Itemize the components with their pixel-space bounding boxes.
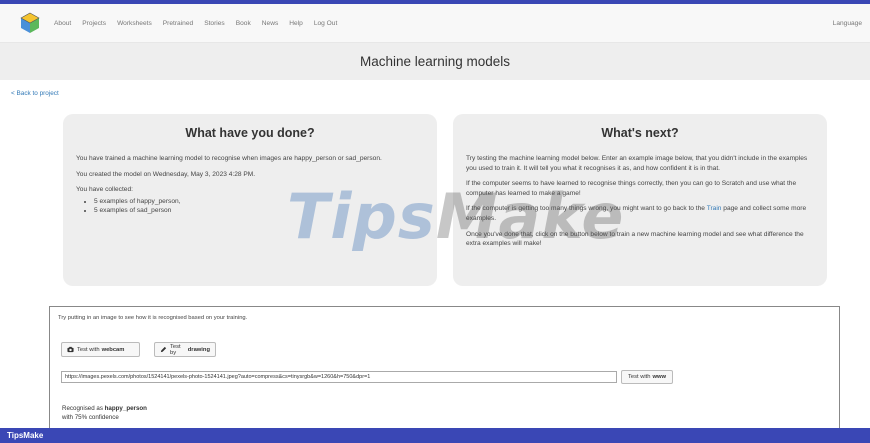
test-with-webcam-button[interactable]: Test with webcam	[61, 342, 140, 357]
list-item: 5 examples of happy_person,	[94, 197, 424, 207]
nav-news[interactable]: News	[262, 20, 279, 27]
nav-projects[interactable]: Projects	[82, 20, 106, 27]
collected-label: You have collected:	[76, 186, 133, 194]
footer-bar: TipsMake	[0, 428, 870, 443]
next-step-retrain: Once you've done that, click on the butt…	[466, 230, 804, 248]
app-logo-icon[interactable]	[19, 12, 41, 34]
www-button-bold: www	[652, 374, 667, 380]
page-header: Machine learning models	[0, 43, 870, 80]
pencil-icon	[160, 346, 167, 353]
test-instructions: Try putting in an image to see how it is…	[58, 315, 248, 321]
www-button-label: Test with	[627, 374, 651, 380]
result-label: happy_person	[104, 405, 147, 412]
camera-icon	[67, 346, 74, 353]
what-have-you-done-panel: What have you done? You have trained a m…	[63, 114, 437, 286]
model-created-date: You created the model on Wednesday, May …	[76, 170, 256, 178]
whats-next-panel: What's next? Try testing the machine lea…	[453, 114, 827, 286]
nav-stories[interactable]: Stories	[204, 20, 225, 27]
model-description: You have trained a machine learning mode…	[76, 155, 382, 162]
nav-pretrained[interactable]: Pretrained	[163, 20, 193, 27]
test-by-drawing-button[interactable]: Test by drawing	[154, 342, 216, 357]
back-to-project-link[interactable]: < Back to project	[11, 90, 59, 97]
panel-heading: What have you done?	[185, 126, 315, 140]
result-confidence: with 75% confidence	[62, 413, 119, 421]
nav-menu: About Projects Worksheets Pretrained Sto…	[54, 20, 348, 27]
nav-worksheets[interactable]: Worksheets	[117, 20, 152, 27]
drawing-button-label: Test by	[170, 343, 181, 356]
train-page-link[interactable]: Train	[707, 205, 722, 212]
panel-heading: What's next?	[601, 126, 679, 140]
nav-logout[interactable]: Log Out	[314, 20, 337, 27]
webcam-button-bold: webcam	[101, 346, 125, 353]
result-prefix: Recognised as	[62, 405, 105, 412]
test-with-www-button[interactable]: Test with www	[621, 370, 673, 384]
page-title: Machine learning models	[359, 54, 511, 69]
examples-list: 5 examples of happy_person, 5 examples o…	[94, 197, 424, 216]
list-item: 5 examples of sad_person	[94, 206, 424, 216]
nav-about[interactable]: About	[54, 20, 71, 27]
language-menu[interactable]: Language	[833, 20, 862, 27]
nav-book[interactable]: Book	[236, 20, 251, 27]
next-step-train-more: If the computer is getting too many thin…	[466, 204, 814, 223]
next-step-scratch: If the computer seems to have learned to…	[466, 180, 797, 197]
result-line: Recognised as happy_person	[62, 405, 147, 414]
image-url-input[interactable]: https://images.pexels.com/photos/1524141…	[61, 371, 617, 383]
webcam-button-label: Test with	[77, 346, 100, 353]
recognition-result: Recognised as happy_person with 75% conf…	[62, 405, 147, 422]
nav-help[interactable]: Help	[289, 20, 303, 27]
top-navbar: About Projects Worksheets Pretrained Sto…	[0, 0, 870, 43]
next-step-testing: Try testing the machine learning model b…	[466, 155, 808, 172]
train-text-before: If the computer is getting too many thin…	[466, 205, 707, 213]
test-model-box: Try putting in an image to see how it is…	[49, 306, 840, 443]
drawing-button-bold: drawing	[187, 346, 210, 353]
footer-brand: TipsMake	[7, 431, 44, 440]
